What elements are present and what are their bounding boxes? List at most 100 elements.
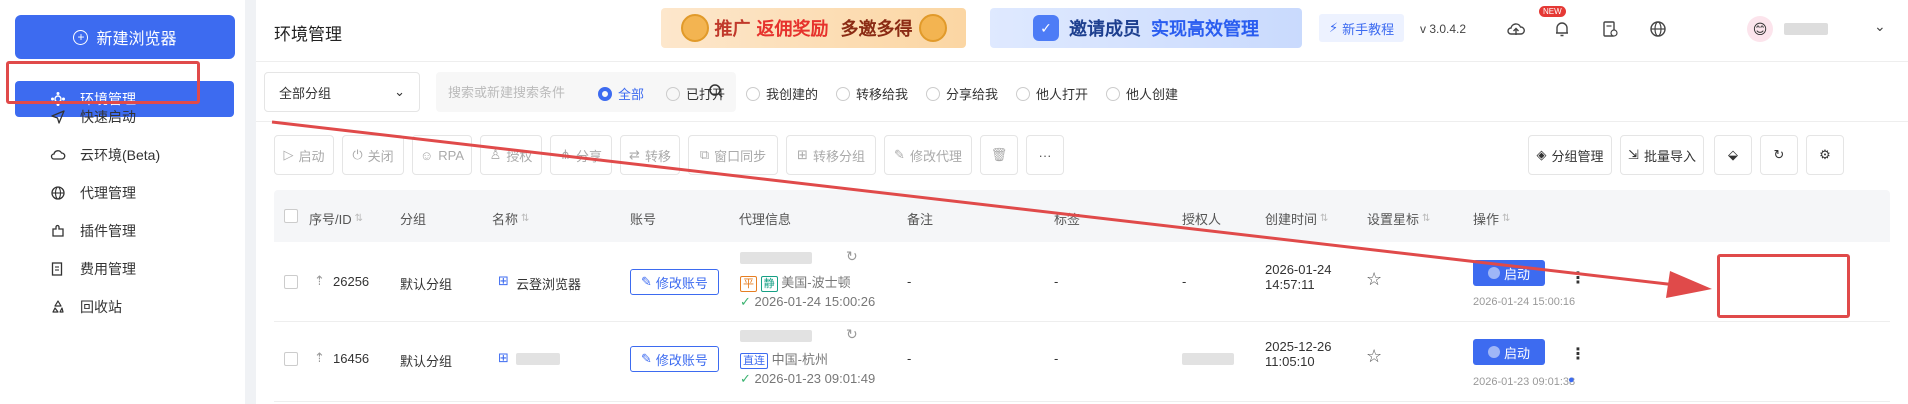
table-row[interactable]: ⇡ 16456 默认分组 ⊞ ✎ 修改账号 ↻ 直连 中国-杭州 ✓ 2026-0…	[274, 322, 1890, 402]
header-name[interactable]: 名称 ⇅	[492, 209, 529, 228]
radio-shared-to-me[interactable]: 分享给我	[926, 84, 998, 103]
promo-part3: 多邀多得	[840, 19, 913, 39]
sidebar-item-recycle[interactable]: 回收站	[15, 289, 235, 325]
close-button[interactable]: ⏻ 关闭	[342, 135, 404, 175]
sidebar-item-label: 快速启动	[80, 109, 136, 125]
header-star-label: 设置星标	[1367, 212, 1420, 227]
play-icon: ▷	[283, 147, 294, 162]
row-name-redacted	[516, 353, 560, 365]
upload-cloud-icon[interactable]	[1503, 16, 1529, 42]
header-proxy-label: 代理信息	[739, 212, 792, 227]
gear-icon: ⚙	[1819, 147, 1831, 162]
radio-opened[interactable]: 已打开	[666, 84, 725, 103]
sidebar-item-billing[interactable]: 费用管理	[15, 251, 235, 287]
authorize-button[interactable]: ♙ 授权	[480, 135, 542, 175]
radio-opened-by-others[interactable]: 他人打开	[1016, 84, 1088, 103]
launch-button[interactable]: 启动	[1473, 339, 1545, 365]
row-id: 16456	[333, 351, 370, 366]
globe-icon[interactable]	[1645, 16, 1671, 42]
rpa-label: RPA	[438, 147, 465, 163]
tag-button[interactable]: ⬙	[1714, 135, 1752, 175]
edit-icon: ✎	[641, 351, 652, 366]
share-button[interactable]: ⋔ 分享	[550, 135, 612, 175]
group-select-value: 全部分组	[279, 85, 332, 101]
header-star[interactable]: 设置星标 ⇅	[1367, 209, 1430, 228]
layers-icon: ◈	[1536, 147, 1547, 162]
refresh-icon[interactable]: ↻	[846, 326, 858, 343]
edit-account-label: 修改账号	[655, 275, 708, 291]
edit-account-button[interactable]: ✎ 修改账号	[630, 269, 719, 295]
radio-label: 已打开	[686, 87, 726, 102]
edit-account-label: 修改账号	[655, 352, 708, 368]
coin-icon	[918, 14, 947, 42]
last-launch-time: 2026-01-23 09:01:38	[1473, 376, 1576, 388]
rpa-button[interactable]: ☺ RPA	[412, 135, 472, 175]
refresh-icon[interactable]: ↻	[846, 248, 858, 265]
chevron-down-icon[interactable]: ⌄	[1874, 18, 1886, 35]
radio-all[interactable]: 全部	[598, 84, 644, 103]
edit-account-button[interactable]: ✎ 修改账号	[630, 346, 719, 372]
row-created-date: 2026-01-24	[1265, 262, 1332, 277]
star-icon[interactable]: ☆	[1366, 269, 1382, 290]
avatar[interactable]: 😊	[1747, 16, 1773, 42]
more-button[interactable]: ···	[1026, 135, 1064, 175]
start-button[interactable]: ▷ 启动	[274, 135, 334, 175]
edit-proxy-button[interactable]: ✎ 修改代理	[884, 135, 972, 175]
sidebar-item-cloud[interactable]: 云环境(Beta)	[15, 137, 235, 173]
sidebar-item-proxy[interactable]: 代理管理	[15, 175, 235, 211]
table-row[interactable]: ⇡ 26256 默认分组 ⊞ 云登浏览器 ✎ 修改账号 ↻ 平 静 美国-波士顿 …	[274, 242, 1890, 322]
delete-button[interactable]: 🗑	[980, 135, 1018, 175]
tutorial-button[interactable]: ⚡ 新手教程	[1319, 14, 1405, 42]
more-vertical-icon[interactable]: ⋮	[1570, 344, 1586, 364]
move-group-button[interactable]: ⊞ 转移分组	[786, 135, 876, 175]
document-clock-icon[interactable]	[1597, 16, 1623, 42]
proxy-tag: 直连	[740, 353, 768, 369]
sidebar-item-label: 插件管理	[80, 223, 136, 239]
select-all-checkbox[interactable]	[284, 209, 298, 223]
row-note: -	[907, 274, 912, 289]
refresh-button[interactable]: ↻	[1760, 135, 1798, 175]
globe-icon	[50, 185, 66, 201]
edit-icon: ✎	[894, 147, 905, 162]
sidebar-item-label: 云环境(Beta)	[80, 147, 161, 163]
group-select[interactable]: 全部分组 ⌄	[264, 72, 420, 112]
group-manage-button[interactable]: ◈ 分组管理	[1528, 135, 1612, 175]
chrome-icon	[1487, 267, 1500, 279]
invite-banner[interactable]: ✓ 邀请成员 实现高效管理	[990, 8, 1302, 48]
new-browser-button[interactable]: + 新建浏览器	[15, 15, 235, 59]
radio-transferred-to-me[interactable]: 转移给我	[836, 84, 908, 103]
row-checkbox[interactable]	[284, 352, 298, 366]
folder-move-icon: ⊞	[797, 147, 808, 162]
header-created[interactable]: 创建时间 ⇅	[1265, 209, 1328, 228]
sort-icon: ⇅	[1320, 213, 1329, 224]
radio-created-by-me[interactable]: 我创建的	[746, 84, 818, 103]
tutorial-label: 新手教程	[1342, 21, 1395, 37]
proxy-check-value: 2026-01-23 09:01:49	[754, 371, 876, 386]
window-sync-button[interactable]: ⧉ 窗口同步	[688, 135, 778, 175]
header-id[interactable]: 序号/ID ⇅	[309, 209, 363, 228]
settings-button[interactable]: ⚙	[1806, 135, 1844, 175]
launch-button[interactable]: 启动	[1473, 260, 1545, 286]
sidebar-item-plugins[interactable]: 插件管理	[15, 213, 235, 249]
more-vertical-icon[interactable]: ⋮	[1570, 268, 1586, 288]
row-checkbox[interactable]	[284, 275, 298, 289]
transfer-button[interactable]: ⇄ 转移	[620, 135, 680, 175]
radio-label: 分享给我	[946, 87, 999, 102]
promo-banner[interactable]: 推广 返佣奖励 多邀多得	[661, 8, 966, 48]
batch-import-button[interactable]: ⇲ 批量导入	[1620, 135, 1704, 175]
header-actions[interactable]: 操作 ⇅	[1473, 209, 1510, 228]
search-input[interactable]	[448, 84, 688, 100]
proxy-location: 中国-杭州	[771, 352, 828, 367]
radio-dot	[836, 86, 850, 101]
bell-icon[interactable]	[1549, 16, 1575, 42]
star-icon[interactable]: ☆	[1366, 346, 1382, 367]
windows-icon: ⊞	[498, 273, 509, 288]
proxy-check-time: ✓ 2026-01-23 09:01:49	[740, 371, 875, 387]
sidebar-item-quick-launch[interactable]: 快速启动	[15, 99, 235, 135]
group-manage-label: 分组管理	[1551, 148, 1604, 164]
transfer-label: 转移	[644, 148, 671, 164]
radio-created-by-others[interactable]: 他人创建	[1106, 84, 1178, 103]
pin-top-icon[interactable]: ⇡	[314, 273, 325, 289]
pin-top-icon[interactable]: ⇡	[314, 350, 325, 366]
radio-dot	[1016, 86, 1030, 101]
